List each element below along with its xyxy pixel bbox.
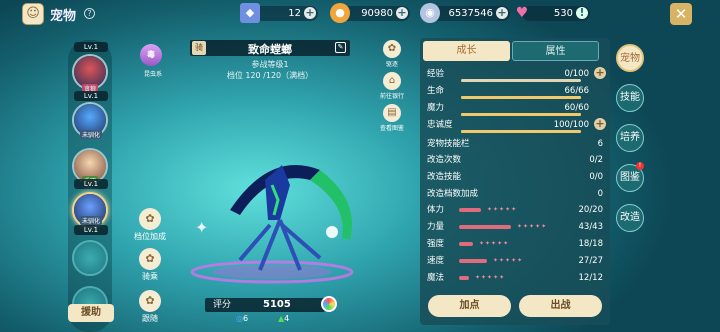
- sparkle-icon: ✦: [195, 218, 209, 237]
- exp-bar: [461, 79, 581, 82]
- score-right-count: ▲4: [278, 314, 290, 323]
- loyalty-bar: [461, 130, 581, 133]
- grade-bonus-icon: ✿: [139, 208, 161, 230]
- score-value: 5105: [263, 299, 291, 310]
- codex-button[interactable]: ▤ 查看图鉴: [374, 104, 410, 132]
- edit-name-icon[interactable]: ✎: [335, 42, 346, 53]
- loyalty-row: 忠诚度 100/100 +: [427, 118, 606, 133]
- gem-icon: ◉: [420, 3, 440, 23]
- heart-currency: ♥ 530 !: [516, 5, 590, 21]
- tab-pet[interactable]: 宠物: [616, 44, 644, 72]
- mp-row: 魔力 60/60: [427, 101, 603, 116]
- pet-name-bar: 骑 致命螳螂 ✎: [190, 40, 350, 56]
- add-loyalty-button[interactable]: +: [594, 118, 606, 130]
- pet-slot-empty[interactable]: [72, 240, 108, 276]
- battle-button[interactable]: 出战: [519, 295, 602, 317]
- insect-type-badge: 毒: [140, 44, 162, 66]
- coin-icon: ●: [330, 3, 350, 23]
- add-exp-button[interactable]: +: [594, 67, 606, 79]
- add-coin-button[interactable]: +: [396, 7, 408, 19]
- paw-icon: ✿: [383, 40, 401, 58]
- tab-skills[interactable]: 技能: [616, 84, 644, 112]
- pet-slots: Lv.1 贪狼 Lv.1 未驯化 乖巧 Lv.1 未驯化 Lv.1: [68, 40, 112, 332]
- score-label: 评分: [213, 300, 232, 310]
- stats-panel: 成长 属性 经验 0/100 + 生命 66/66 魔力 60/60 忠诚度 100/10…: [420, 38, 610, 325]
- book-icon: ▤: [383, 104, 401, 122]
- attr-row-magic: 魔法 ✦✦✦✦✦ 12/12: [427, 273, 603, 283]
- tab-attributes[interactable]: 属性: [512, 41, 599, 61]
- heart-info-button[interactable]: !: [576, 7, 588, 19]
- pet-name: 致命螳螂: [248, 43, 292, 56]
- slot-tag: 未驯化: [80, 216, 103, 225]
- stat-row: 改造档数加成 0: [427, 189, 603, 199]
- slot-level: Lv.1: [74, 91, 108, 101]
- add-crystal-button[interactable]: +: [304, 7, 316, 19]
- stat-row: 改造次数 0/2: [427, 155, 603, 165]
- ride-icon: ✿: [139, 248, 161, 270]
- score-info-icon[interactable]: [321, 296, 337, 312]
- alert-badge: !: [636, 162, 644, 170]
- release-button[interactable]: ✿ 驱逐: [374, 40, 410, 68]
- add-points-button[interactable]: 加点: [428, 295, 511, 317]
- attr-row-stamina: 体力 ✦✦✦✦✦ 20/20: [427, 205, 603, 215]
- attr-row-toughness: 强度 ✦✦✦✦✦ 18/18: [427, 239, 603, 249]
- pet-face-icon: ☺: [22, 3, 44, 25]
- stat-row: 宠物技能栏 6: [427, 139, 603, 149]
- stat-row: 改造技能 0/0: [427, 172, 603, 182]
- tab-training[interactable]: 培养: [616, 124, 644, 152]
- score-left-count: ◎6: [236, 314, 249, 323]
- insect-type-label: 昆虫系: [143, 71, 162, 78]
- follow-button[interactable]: ✿ 跟随: [134, 290, 166, 324]
- grade-text: 档位 120 /120（满档）: [226, 71, 314, 80]
- crystal-currency: ◆ 12 +: [240, 3, 318, 23]
- add-gem-button[interactable]: +: [496, 7, 508, 19]
- mp-bar: [461, 113, 581, 116]
- slot-level: Lv.1: [74, 225, 108, 235]
- mantis-pet-model: [190, 165, 354, 284]
- aid-button[interactable]: 援助: [68, 304, 114, 322]
- slot-level: Lv.1: [74, 42, 108, 52]
- follow-icon: ✿: [139, 290, 161, 312]
- ride-button[interactable]: ✿ 骑乘: [134, 248, 166, 282]
- help-icon[interactable]: ?: [84, 8, 95, 19]
- crystal-icon: ◆: [240, 3, 260, 23]
- score-bar: 评分 5105: [205, 298, 325, 312]
- tab-growth[interactable]: 成长: [423, 41, 510, 61]
- hp-row: 生命 66/66: [427, 84, 603, 99]
- swirl-icon: ◎: [236, 314, 243, 323]
- bank-button[interactable]: ⌂ 前往银行: [374, 72, 410, 100]
- tab-modify[interactable]: 改造: [616, 204, 644, 232]
- slot-level: Lv.1: [74, 179, 108, 189]
- coin-currency: ● 90980 +: [330, 3, 410, 23]
- page-title: 宠物: [50, 9, 77, 24]
- attr-row-speed: 速度 ✦✦✦✦✦ 27/27: [427, 256, 603, 266]
- battle-level: 参战等级1: [251, 60, 289, 69]
- exp-row: 经验 0/100 +: [427, 67, 606, 82]
- attr-row-strength: 力量 ✦✦✦✦✦ 43/43: [427, 222, 603, 232]
- bank-icon: ⌂: [383, 72, 401, 90]
- top-bar: ☺ 宠物 ? ◆ 12 + ● 90980 + ◉ 6537546 + ♥ 53…: [0, 0, 720, 28]
- gem-currency: ◉ 6537546 +: [420, 3, 510, 23]
- close-button[interactable]: ✕: [670, 3, 692, 25]
- hp-bar: [461, 96, 581, 99]
- heart-icon: ♥: [515, 5, 529, 21]
- grade-bonus-button[interactable]: ✿ 档位加成: [134, 208, 166, 242]
